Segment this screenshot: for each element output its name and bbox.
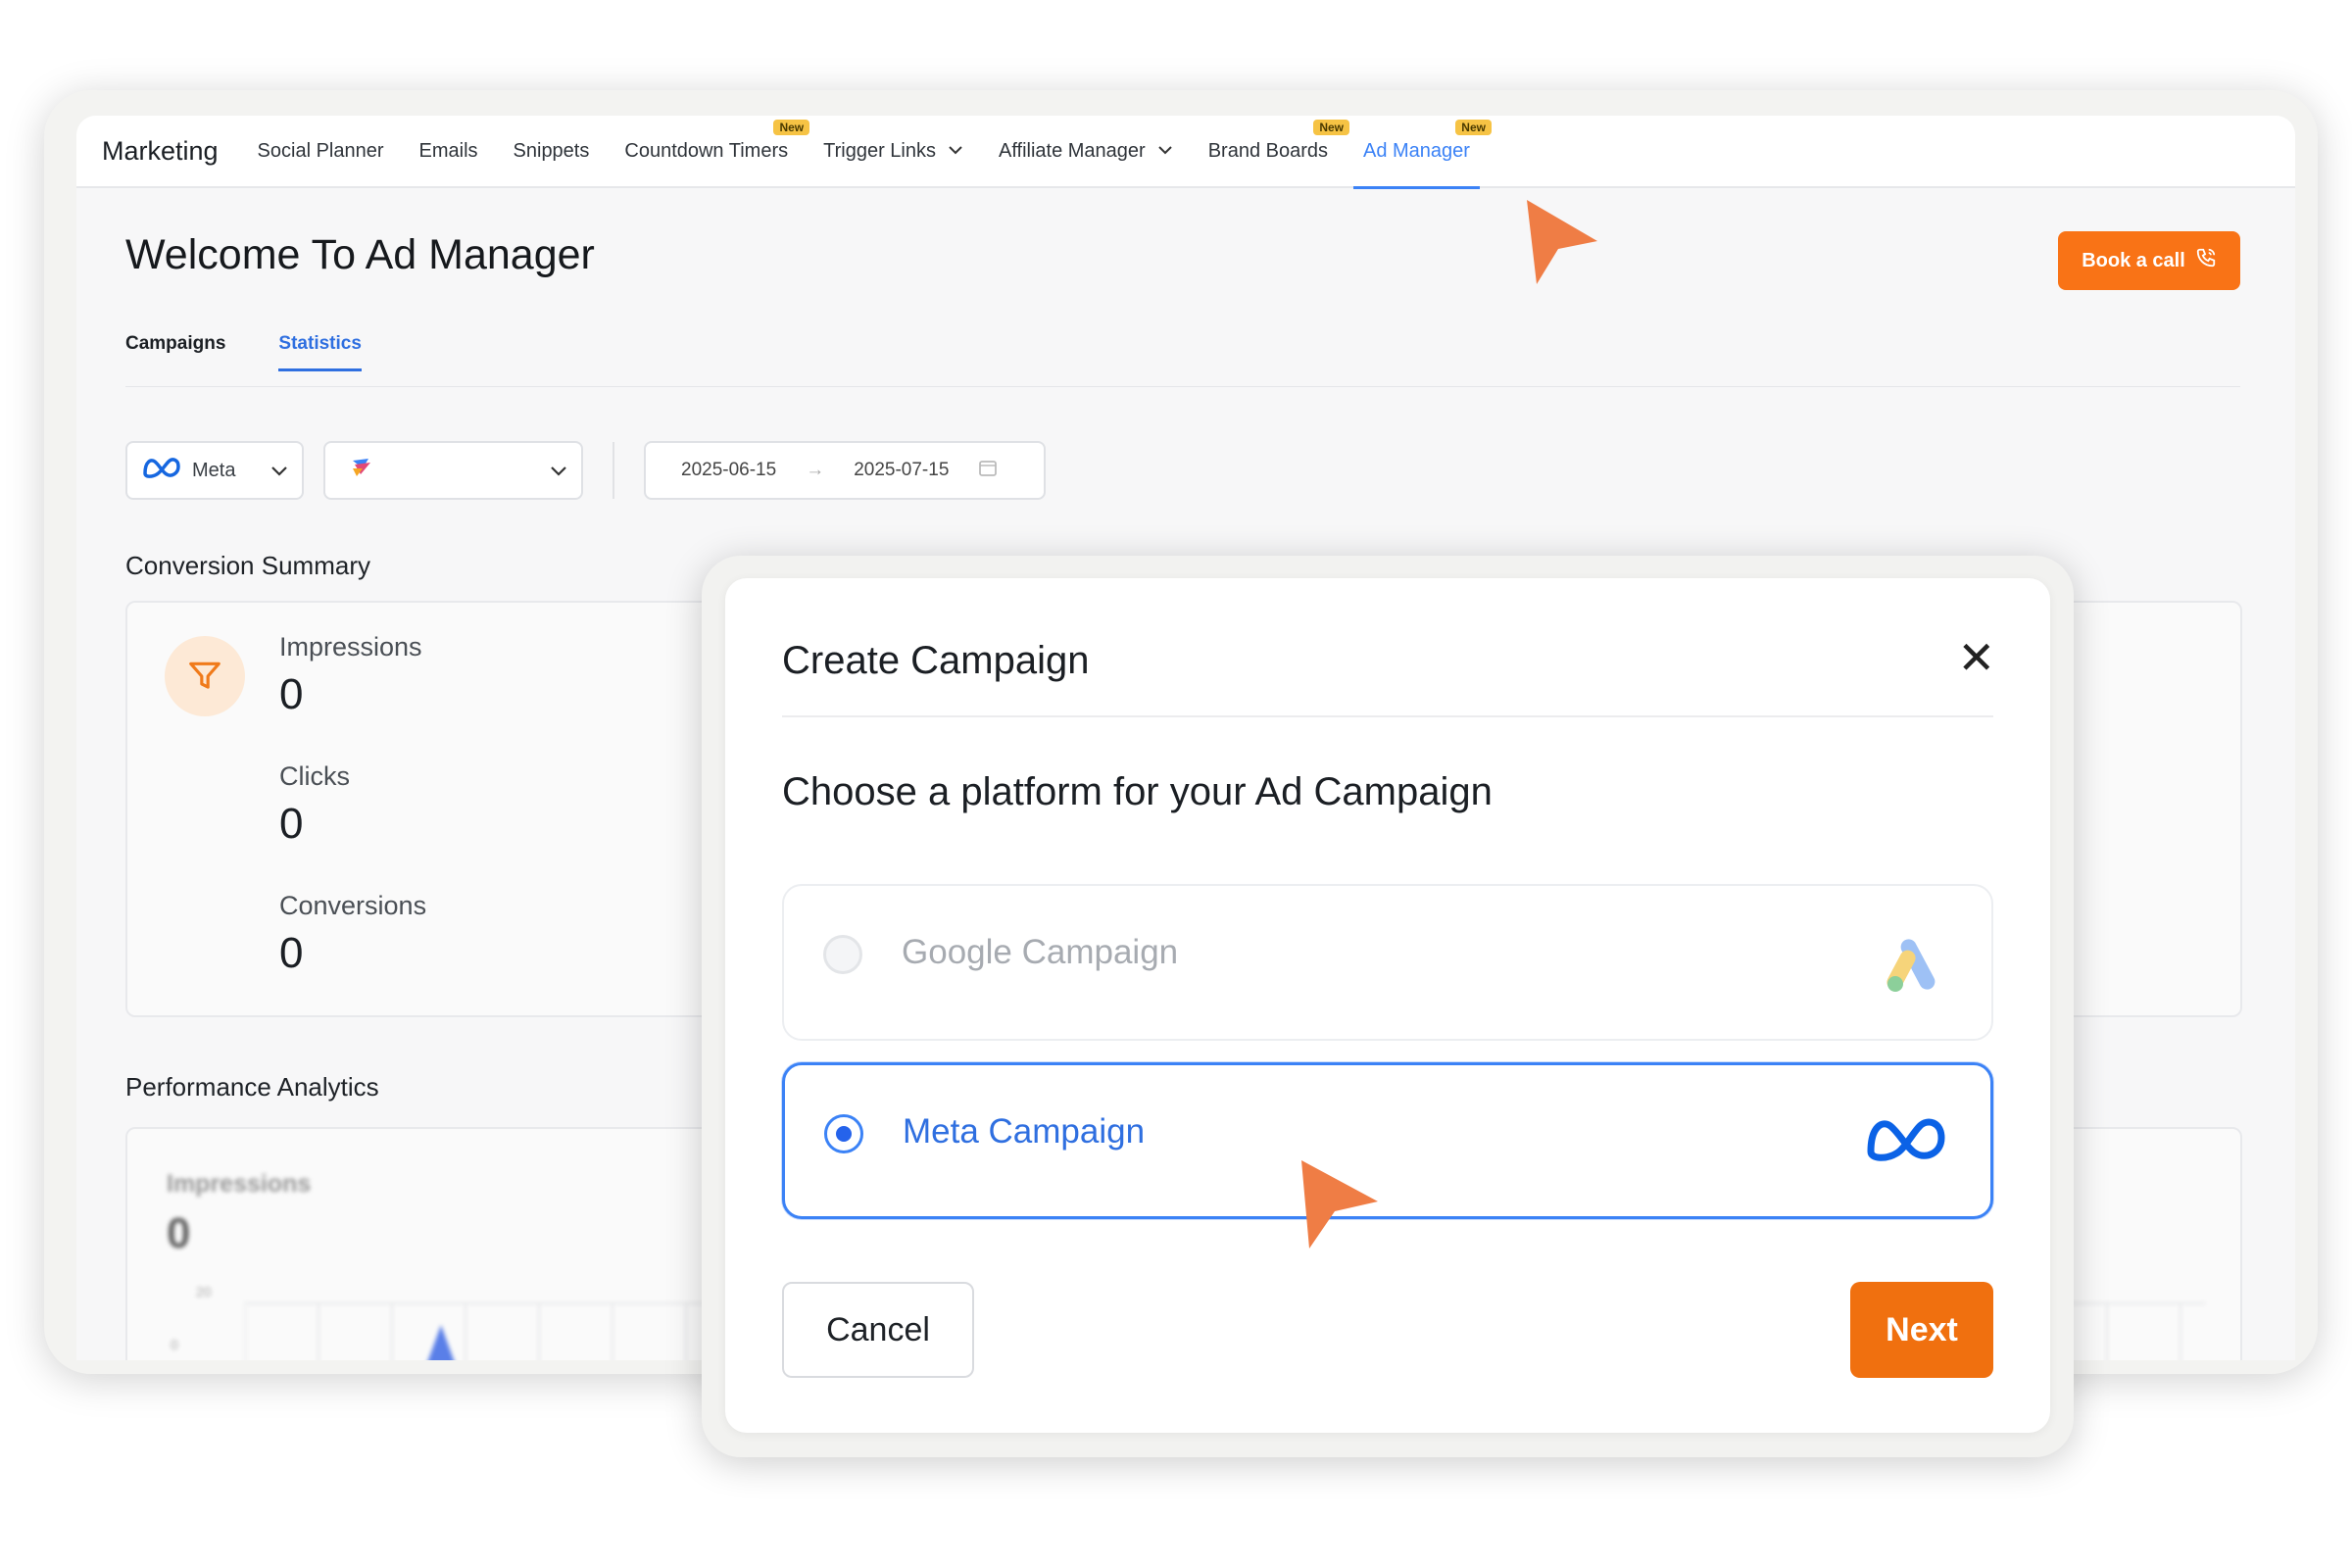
meta-campaign-label: Meta Campaign — [903, 1112, 1146, 1151]
performance-analytics-title: Performance Analytics — [125, 1072, 379, 1102]
calendar-icon — [978, 458, 998, 483]
tabs-divider — [125, 386, 2240, 387]
next-button[interactable]: Next — [1850, 1282, 1993, 1378]
filter-bar: Meta 2025-06-15 → 2025-07-15 — [125, 441, 1046, 500]
meta-campaign-radio[interactable] — [824, 1114, 863, 1153]
phone-icon — [2195, 247, 2217, 274]
nav-label: Social Planner — [257, 139, 384, 162]
nav-brand-boards[interactable]: Brand Boards New — [1207, 116, 1349, 187]
metric-value: 0 — [279, 929, 304, 977]
nav-label: Emails — [418, 139, 478, 162]
new-badge: New — [1455, 120, 1492, 135]
nav-affiliate-manager[interactable]: Affiliate Manager — [999, 116, 1173, 187]
metric-label: Impressions — [279, 632, 422, 662]
new-badge: New — [773, 120, 810, 135]
nav-label: Countdown Timers — [624, 139, 789, 162]
chevron-down-icon — [1157, 142, 1173, 160]
nav-emails[interactable]: Emails — [419, 116, 478, 187]
nav-trigger-links[interactable]: Trigger Links — [823, 116, 963, 187]
metric-value: 0 — [279, 670, 304, 718]
meta-campaign-option[interactable]: Meta Campaign — [782, 1062, 1993, 1219]
google-campaign-label: Google Campaign — [902, 933, 1179, 971]
arrow-right-icon: → — [806, 460, 825, 480]
google-ads-icon — [1884, 935, 1948, 999]
perf-tick-label: 0 — [171, 1337, 178, 1352]
chevron-down-icon — [270, 461, 288, 481]
meta-icon — [1865, 1114, 1947, 1170]
perf-metric-value: 0 — [167, 1209, 191, 1257]
book-call-label: Book a call — [2082, 249, 2185, 271]
nav-social-planner[interactable]: Social Planner — [258, 116, 384, 187]
brand-title: Marketing — [102, 135, 219, 166]
account-select[interactable] — [323, 441, 583, 500]
tab-campaigns[interactable]: Campaigns — [125, 333, 225, 371]
date-range-picker[interactable]: 2025-06-15 → 2025-07-15 — [644, 441, 1046, 500]
nav-label: Ad Manager — [1363, 139, 1470, 162]
tab-bar: Campaigns Statistics — [125, 333, 362, 371]
account-logo-icon — [349, 457, 374, 484]
metric-label: Clicks — [279, 761, 350, 791]
perf-tick-label: 20 — [196, 1284, 212, 1299]
tab-statistics[interactable]: Statistics — [278, 333, 362, 371]
google-campaign-option[interactable]: Google Campaign — [782, 884, 1993, 1041]
book-call-button[interactable]: Book a call — [2058, 231, 2240, 290]
metric-clicks: Clicks 0 — [279, 761, 350, 849]
metric-conversions: Conversions 0 — [279, 891, 426, 978]
chevron-down-icon — [550, 461, 567, 481]
date-to: 2025-07-15 — [854, 460, 950, 480]
nav-countdown-timers[interactable]: Countdown Timers New — [624, 116, 810, 187]
nav-snippets[interactable]: Snippets — [514, 116, 590, 187]
platform-value: Meta — [192, 459, 236, 481]
close-icon[interactable]: ✕ — [1957, 635, 1995, 680]
filter-divider — [612, 442, 614, 499]
metric-value: 0 — [279, 800, 304, 848]
nav-label: Trigger Links — [823, 139, 936, 162]
modal-subtitle: Choose a platform for your Ad Campaign — [782, 770, 1493, 813]
create-campaign-modal: Create Campaign ✕ Choose a platform for … — [725, 578, 2050, 1433]
nav-label: Brand Boards — [1207, 139, 1328, 162]
meta-icon — [141, 456, 182, 485]
pointer-cursor-icon — [1517, 194, 1601, 293]
new-badge: New — [1313, 120, 1349, 135]
chevron-down-icon — [948, 142, 963, 160]
top-navigation: Marketing Social Planner Emails Snippets… — [76, 116, 2295, 189]
conversion-summary-title: Conversion Summary — [125, 551, 370, 580]
nav-label: Snippets — [513, 139, 590, 162]
modal-title: Create Campaign — [782, 639, 1090, 682]
cancel-button[interactable]: Cancel — [782, 1282, 974, 1378]
modal-divider — [782, 715, 1993, 717]
pointer-cursor-icon — [1292, 1154, 1382, 1257]
nav-label: Affiliate Manager — [998, 139, 1146, 162]
date-from: 2025-06-15 — [681, 460, 777, 480]
metric-impressions: Impressions 0 — [279, 632, 422, 719]
google-campaign-radio[interactable] — [823, 935, 862, 974]
nav-ad-manager[interactable]: Ad Manager New — [1353, 116, 1492, 189]
metric-label: Conversions — [279, 891, 427, 920]
perf-metric-label: Impressions — [167, 1170, 312, 1198]
platform-select[interactable]: Meta — [125, 441, 304, 500]
page-title: Welcome To Ad Manager — [125, 231, 595, 278]
funnel-icon — [165, 636, 245, 716]
